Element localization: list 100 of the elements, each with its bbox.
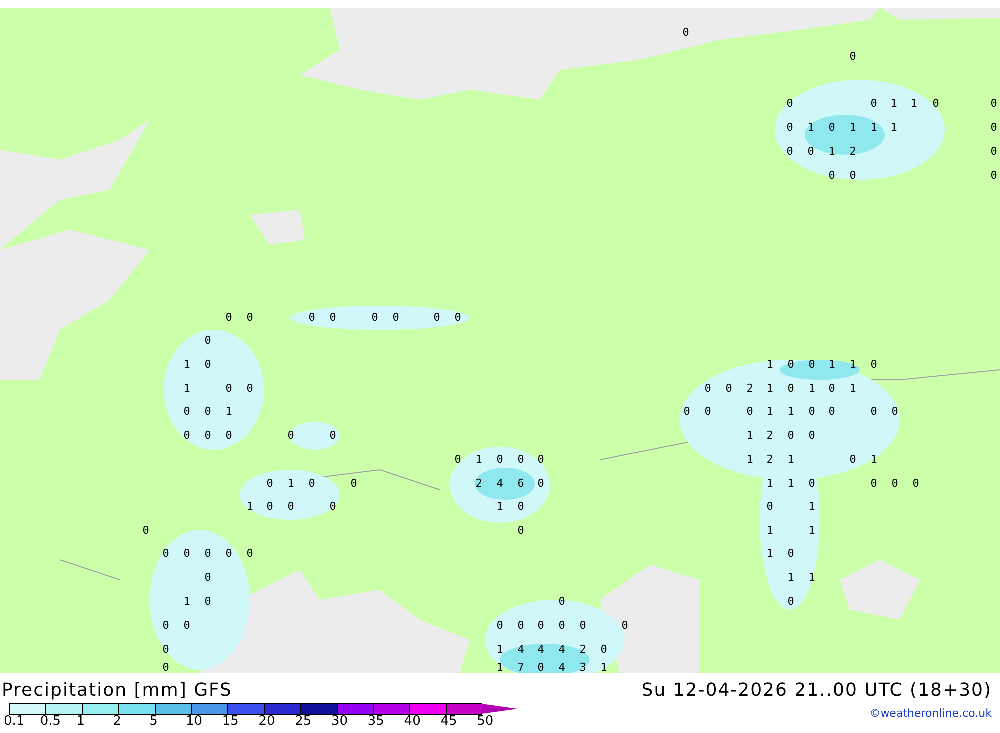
precip-value: 0	[786, 122, 794, 134]
precip-value: 0	[808, 478, 816, 490]
chart-title: Precipitation [mm] GFS	[2, 681, 234, 701]
precip-value: 1	[910, 98, 918, 110]
precip-value: 4	[538, 644, 544, 656]
precip-value: 0	[162, 644, 170, 656]
legend-label: 50	[477, 715, 494, 729]
precip-value: 0	[850, 51, 856, 63]
precip-value: 1	[808, 122, 814, 134]
precip-value: 3	[580, 662, 586, 674]
precip-value: 0	[204, 548, 212, 560]
precip-value: 0	[704, 406, 712, 418]
precip-value: 1	[788, 406, 794, 418]
precip-value: 0	[288, 430, 294, 442]
precip-value: 0	[226, 548, 232, 560]
precip-value: 0	[850, 454, 856, 466]
precip-value: 1	[870, 454, 878, 466]
precip-value: 2	[766, 430, 774, 442]
precip-value: 0	[538, 454, 544, 466]
precip-value: 0	[870, 98, 878, 110]
precip-value: 0	[870, 406, 878, 418]
precip-value: 0	[204, 430, 212, 442]
precip-value: 0	[434, 312, 440, 324]
precip-value: 0	[204, 572, 212, 584]
precip-value: 4	[496, 478, 504, 490]
precip-value: 0	[330, 501, 336, 513]
precip-value: 0	[184, 406, 190, 418]
precip-value: 4	[558, 644, 566, 656]
legend-label: 5	[150, 715, 158, 729]
precip-value: 0	[350, 478, 358, 490]
precip-value: 0	[766, 501, 774, 513]
precip-value: 0	[788, 383, 794, 395]
precip-value: 1	[850, 359, 856, 371]
precip-value: 1	[850, 122, 856, 134]
legend-label: 1	[76, 715, 86, 729]
precip-value: 0	[808, 359, 816, 371]
precip-value: 0	[288, 501, 294, 513]
precip-value: 1	[476, 454, 482, 466]
precip-value: 1	[766, 406, 774, 418]
precip-value: 1	[808, 383, 816, 395]
precip-value: 0	[162, 548, 170, 560]
precip-value: 0	[538, 620, 544, 632]
precip-value: 0	[226, 430, 232, 442]
precip-value: 1	[246, 501, 254, 513]
precip-value: 2	[850, 146, 856, 158]
precip-value: 0	[184, 620, 190, 632]
precip-value: 1	[788, 478, 794, 490]
precip-value: 0	[990, 122, 998, 134]
precip-value: 1	[226, 406, 232, 418]
precip-value: 0	[142, 525, 150, 537]
valid-time: Su 12-04-2026 21..00 UTC (18+30)	[642, 681, 992, 701]
precip-value: 1	[828, 359, 836, 371]
precip-value: 0	[558, 596, 566, 608]
precip-value: 0	[246, 312, 254, 324]
precip-value: 0	[932, 98, 940, 110]
precip-value: 1	[808, 572, 816, 584]
legend-label: 35	[368, 715, 384, 729]
legend-label: 0.5	[40, 715, 62, 729]
precip-value: 0	[518, 501, 524, 513]
precip-value: 0	[828, 122, 836, 134]
precip-value: 0	[892, 406, 898, 418]
precip-value: 0	[204, 596, 212, 608]
precip-value: 0	[496, 620, 504, 632]
precip-value: 0	[580, 620, 586, 632]
precip-value: 1	[288, 478, 294, 490]
precip-value: 0	[518, 525, 524, 537]
precip-value: 0	[330, 430, 336, 442]
precip-value: 0	[184, 430, 190, 442]
legend-label: 45	[440, 715, 458, 729]
legend-label: 40	[404, 715, 421, 729]
precip-value: 0	[786, 146, 794, 158]
precip-value: 0	[558, 620, 566, 632]
precip-value: 2	[580, 644, 586, 656]
precip-value: 1	[184, 596, 190, 608]
precip-value: 1	[496, 644, 504, 656]
precip-value: 4	[518, 644, 524, 656]
precip-value: 0	[392, 312, 400, 324]
precip-value: 0	[704, 383, 712, 395]
precip-value: 0	[788, 359, 794, 371]
precip-value: 1	[746, 454, 754, 466]
precip-value: 1	[766, 525, 774, 537]
precip-value: 0	[990, 146, 998, 158]
precip-value: 0	[828, 383, 836, 395]
precip-value: 0	[682, 27, 690, 39]
precip-value: 1	[828, 146, 836, 158]
precip-value: 0	[808, 406, 816, 418]
precip-value: 7	[518, 662, 524, 674]
precip-value: 0	[808, 430, 816, 442]
precip-value: 1	[766, 383, 774, 395]
precip-value: 1	[496, 662, 504, 674]
precip-value: 1	[850, 383, 856, 395]
precip-value: 2	[746, 383, 754, 395]
legend-label: 2	[113, 715, 122, 729]
precip-value: 1	[766, 478, 774, 490]
precip-value: 1	[600, 662, 608, 674]
precip-value: 0	[912, 478, 920, 490]
precip-value: 0	[226, 312, 232, 324]
credit-link[interactable]: ©weatheronline.co.uk	[870, 707, 992, 720]
precip-value: 1	[184, 383, 190, 395]
precip-value: 0	[990, 170, 998, 182]
